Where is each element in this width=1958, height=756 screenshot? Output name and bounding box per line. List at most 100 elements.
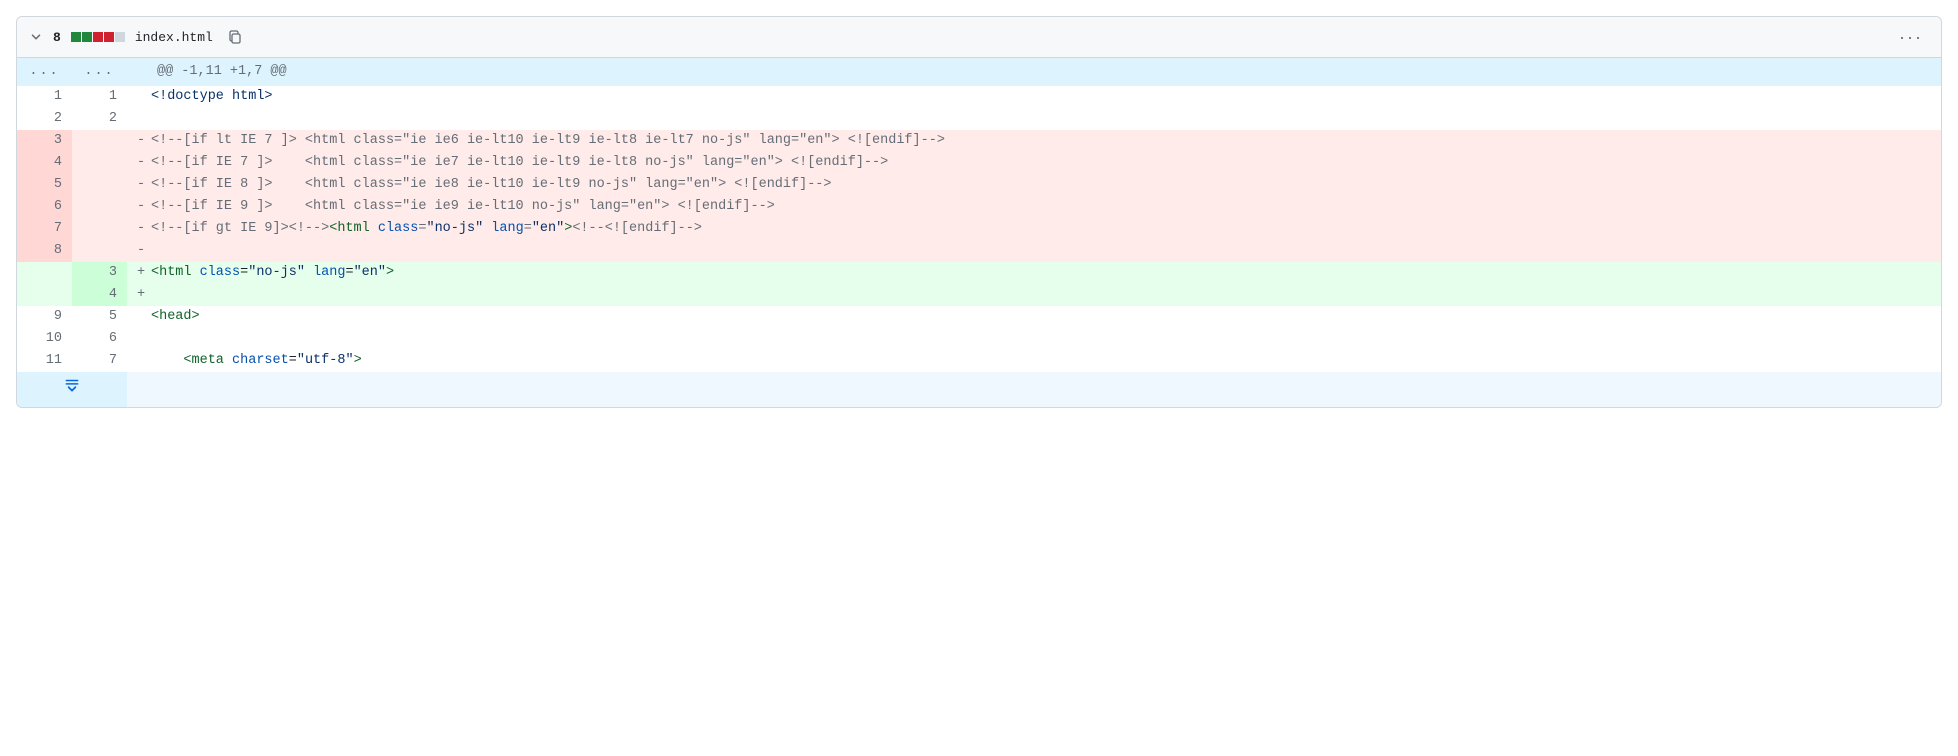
- line-number-old[interactable]: 9: [17, 306, 72, 328]
- diff-row: 11 <!doctype html>: [17, 86, 1941, 108]
- code-cell[interactable]: [127, 108, 1941, 130]
- diff-row: 3 -<!--[if lt IE 7 ]> <html class="ie ie6…: [17, 130, 1941, 152]
- line-number-old[interactable]: 1: [17, 86, 72, 108]
- diffstat-block-del: [93, 32, 103, 42]
- line-number-new[interactable]: [72, 218, 127, 240]
- line-number-old[interactable]: 6: [17, 196, 72, 218]
- expand-down-button[interactable]: [17, 372, 127, 407]
- line-number-new[interactable]: 3: [72, 262, 127, 284]
- diffstat-block-neu: [115, 32, 125, 42]
- code-cell[interactable]: -<!--[if IE 9 ]> <html class="ie ie9 ie-…: [127, 196, 1941, 218]
- code-cell[interactable]: <!doctype html>: [127, 86, 1941, 108]
- line-number-new[interactable]: [72, 130, 127, 152]
- code-segment: =: [345, 265, 353, 280]
- code-segment: <!--<![endif]-->: [572, 221, 702, 236]
- diff-marker: [137, 86, 151, 108]
- diff-row: 117 <meta charset="utf-8">: [17, 350, 1941, 372]
- diff-table: ... ... @@ -1,11 +1,7 @@ 11 <!doctype ht…: [17, 58, 1941, 372]
- diff-marker: -: [137, 196, 151, 218]
- file-actions-menu[interactable]: ···: [1893, 26, 1929, 48]
- collapse-toggle[interactable]: [29, 30, 43, 44]
- code-cell[interactable]: [127, 328, 1941, 350]
- line-number-old[interactable]: [17, 262, 72, 284]
- line-number-old[interactable]: 8: [17, 240, 72, 262]
- code-segment: "no-js": [426, 221, 483, 236]
- diffstat-block-add: [71, 32, 81, 42]
- code-segment: <!--[if lt IE 7 ]> <html class="ie ie6 i…: [151, 133, 945, 148]
- diff-row: 5 -<!--[if IE 8 ]> <html class="ie ie8 ie…: [17, 174, 1941, 196]
- line-number-new[interactable]: 4: [72, 284, 127, 306]
- line-number-new[interactable]: [72, 196, 127, 218]
- diff-row: 8-: [17, 240, 1941, 262]
- expand-blank: [127, 372, 1941, 407]
- diff-marker: -: [137, 218, 151, 240]
- line-number-new[interactable]: 2: [72, 108, 127, 130]
- line-number-new[interactable]: [72, 174, 127, 196]
- code-segment: lang: [313, 265, 345, 280]
- code-segment: <!--[if IE 9 ]> <html class="ie ie9 ie-l…: [151, 199, 775, 214]
- line-number-new[interactable]: [72, 240, 127, 262]
- code-segment: "utf-8": [297, 353, 354, 368]
- diff-marker: -: [137, 130, 151, 152]
- diff-marker: [137, 108, 151, 130]
- diff-row: 7-<!--[if gt IE 9]><!--><html class="no-…: [17, 218, 1941, 240]
- diff-row: 4+: [17, 284, 1941, 306]
- code-segment: <meta: [183, 353, 232, 368]
- code-cell[interactable]: +<html class="no-js" lang="en">: [127, 262, 1941, 284]
- expand-hunk-button[interactable]: ...: [72, 58, 127, 86]
- line-number-new[interactable]: [72, 152, 127, 174]
- diff-marker: [137, 350, 151, 372]
- code-segment: "no-js": [248, 265, 305, 280]
- diff-expand-footer: [17, 372, 1941, 407]
- diff-marker: [137, 328, 151, 350]
- expand-down-icon: [63, 376, 81, 394]
- code-cell[interactable]: -<!--[if IE 8 ]> <html class="ie ie8 ie-…: [127, 174, 1941, 196]
- hunk-header-text: @@ -1,11 +1,7 @@: [127, 58, 1941, 86]
- code-cell[interactable]: -<!--[if lt IE 7 ]> <html class="ie ie6 …: [127, 130, 1941, 152]
- diff-row: 4 -<!--[if IE 7 ]> <html class="ie ie7 ie…: [17, 152, 1941, 174]
- line-number-new[interactable]: 6: [72, 328, 127, 350]
- code-cell[interactable]: -<!--[if IE 7 ]> <html class="ie ie7 ie-…: [127, 152, 1941, 174]
- line-number-old[interactable]: 10: [17, 328, 72, 350]
- line-number-old[interactable]: 3: [17, 130, 72, 152]
- hunk-header-row: ... ... @@ -1,11 +1,7 @@: [17, 58, 1941, 86]
- line-number-new[interactable]: 1: [72, 86, 127, 108]
- chevron-down-icon: [29, 30, 43, 44]
- code-segment: "en": [532, 221, 564, 236]
- line-number-new[interactable]: 5: [72, 306, 127, 328]
- file-header: 8 index.html ···: [17, 17, 1941, 58]
- code-cell[interactable]: -<!--[if gt IE 9]><!--><html class="no-j…: [127, 218, 1941, 240]
- expand-row: [17, 372, 1941, 407]
- diff-row: 3+<html class="no-js" lang="en">: [17, 262, 1941, 284]
- code-segment: <html: [151, 265, 200, 280]
- code-segment: <!--[if gt IE 9]><!-->: [151, 221, 329, 236]
- code-segment: class: [200, 265, 241, 280]
- code-segment: =: [524, 221, 532, 236]
- diff-marker: +: [137, 262, 151, 284]
- line-number-old[interactable]: [17, 284, 72, 306]
- code-segment: <!--[if IE 7 ]> <html class="ie ie7 ie-l…: [151, 155, 888, 170]
- diff-row: 6 -<!--[if IE 9 ]> <html class="ie ie9 ie…: [17, 196, 1941, 218]
- code-segment: [151, 353, 183, 368]
- line-number-new[interactable]: 7: [72, 350, 127, 372]
- copy-icon: [227, 29, 243, 45]
- copy-path-button[interactable]: [223, 25, 247, 49]
- code-segment: <!doctype html>: [151, 89, 273, 104]
- line-number-old[interactable]: 4: [17, 152, 72, 174]
- line-number-old[interactable]: 7: [17, 218, 72, 240]
- code-cell[interactable]: <head>: [127, 306, 1941, 328]
- filename[interactable]: index.html: [135, 30, 213, 45]
- code-segment: <!--[if IE 8 ]> <html class="ie ie8 ie-l…: [151, 177, 832, 192]
- diff-row: 95 <head>: [17, 306, 1941, 328]
- line-number-old[interactable]: 11: [17, 350, 72, 372]
- line-number-old[interactable]: 5: [17, 174, 72, 196]
- diff-marker: -: [137, 174, 151, 196]
- code-cell[interactable]: <meta charset="utf-8">: [127, 350, 1941, 372]
- expand-hunk-button[interactable]: ...: [17, 58, 72, 86]
- diff-row: 106: [17, 328, 1941, 350]
- code-segment: <head>: [151, 309, 200, 324]
- code-cell[interactable]: +: [127, 284, 1941, 306]
- code-cell[interactable]: -: [127, 240, 1941, 262]
- line-number-old[interactable]: 2: [17, 108, 72, 130]
- code-segment: class: [378, 221, 419, 236]
